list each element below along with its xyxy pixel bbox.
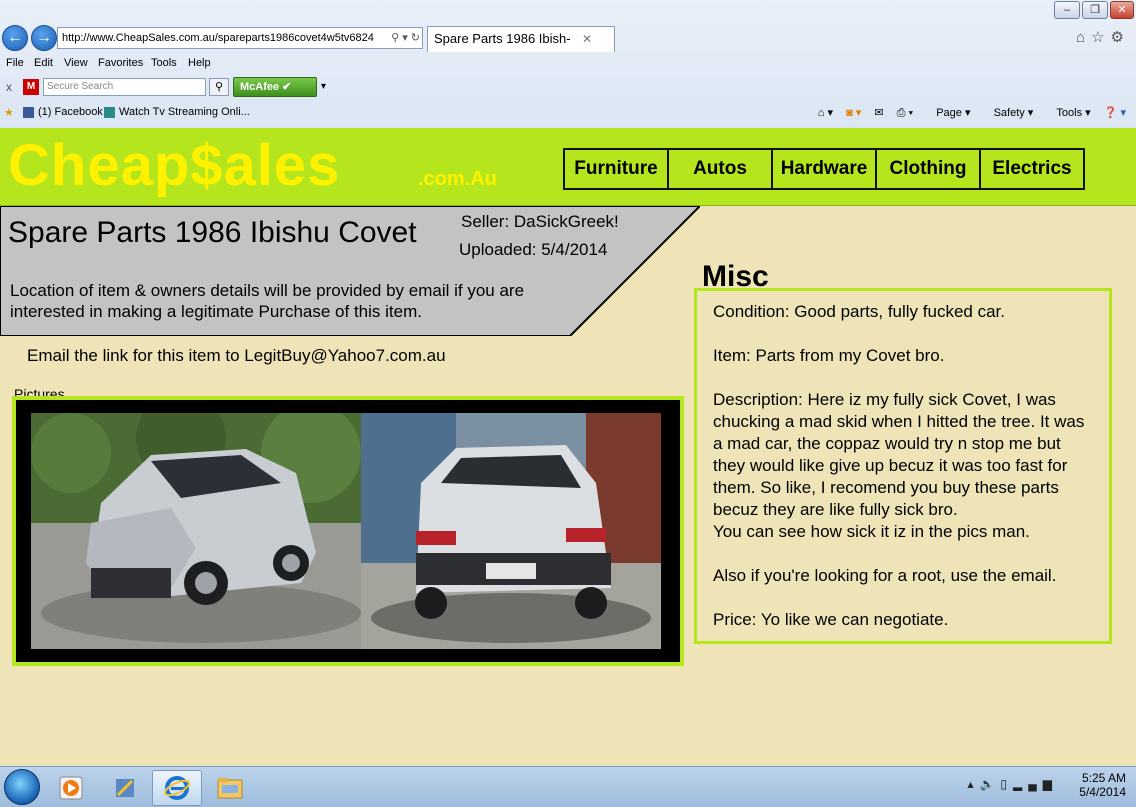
clock[interactable]: 5:25 AM 5/4/2014 xyxy=(1079,771,1126,805)
close-window-button[interactable]: ✕ xyxy=(1110,1,1134,19)
menu-edit[interactable]: Edit xyxy=(34,57,53,69)
network-icon: ▂▄▆ xyxy=(1013,777,1058,791)
clock-date: 5/4/2014 xyxy=(1079,785,1126,799)
power-icon: ▯ xyxy=(1000,777,1014,791)
windows-taskbar: ▴🔈▯▂▄▆ 5:25 AM 5/4/2014 xyxy=(0,766,1136,807)
root-note-text: Also if you're looking for a root, use t… xyxy=(713,566,1057,585)
menu-view[interactable]: View xyxy=(64,57,88,69)
address-bar-icons[interactable]: ⚲ ▾ ↻ xyxy=(388,28,420,48)
back-button[interactable]: ← xyxy=(2,25,28,51)
price-text: Price: Yo like we can negotiate. xyxy=(713,610,949,629)
page-menu[interactable]: Page ▾ xyxy=(926,107,970,119)
home-menu-icon[interactable]: ⌂ ▾ xyxy=(818,107,833,119)
nav-electrics[interactable]: Electrics xyxy=(979,148,1085,190)
mail-icon[interactable]: ✉ xyxy=(874,107,883,119)
email-instruction: Email the link for this item to LegitBuy… xyxy=(27,346,446,365)
car-photo-rear[interactable] xyxy=(361,413,661,649)
description-text-2: You can see how sick it iz in the pics m… xyxy=(713,522,1030,541)
search-icon[interactable]: ⚲ xyxy=(209,78,229,96)
home-favorites-settings-icons[interactable]: ⌂☆⚙ xyxy=(1076,28,1130,46)
menu-favorites[interactable]: Favorites xyxy=(98,57,143,69)
upload-date: Uploaded: 5/4/2014 xyxy=(459,240,608,259)
title-bar: – ❐ ✕ xyxy=(0,0,1136,22)
mcafee-button[interactable]: McAfee ✔ xyxy=(233,77,317,97)
site-header: Cheap$ales .com.Au Furniture Autos Hardw… xyxy=(0,128,1136,206)
nav-hardware[interactable]: Hardware xyxy=(771,148,877,190)
favorite-facebook[interactable]: (1) Facebook xyxy=(38,106,103,118)
seller-name: Seller: DaSickGreek! xyxy=(461,212,619,231)
gear-icon[interactable]: ⚙ xyxy=(1111,29,1130,46)
show-hidden-icons-chevron-icon: ▴ xyxy=(967,777,980,791)
command-bar: ⌂ ▾ ◙ ▾ ✉ ⎙ ▾ Page ▾ Safety ▾ Tools ▾ ❓ … xyxy=(808,106,1126,120)
condition-text: Condition: Good parts, fully fucked car. xyxy=(713,302,1005,321)
rss-icon[interactable]: ◙ ▾ xyxy=(846,107,861,119)
safety-menu[interactable]: Safety ▾ xyxy=(984,107,1034,119)
site-nav: Furniture Autos Hardware Clothing Electr… xyxy=(563,148,1085,190)
menu-file[interactable]: File xyxy=(6,57,24,69)
chevron-down-icon[interactable]: ▾ xyxy=(321,81,326,92)
start-button[interactable] xyxy=(4,769,40,805)
site-logo-domain: .com.Au xyxy=(418,168,497,190)
secure-search-input[interactable]: Secure Search xyxy=(43,78,206,96)
item-text: Item: Parts from my Covet bro. xyxy=(713,346,945,365)
nav-clothing[interactable]: Clothing xyxy=(875,148,981,190)
media-player-icon[interactable] xyxy=(46,770,96,806)
browser-chrome: – ❐ ✕ ← → http://www.CheapSales.com.au/s… xyxy=(0,0,1136,128)
address-bar[interactable]: http://www.CheapSales.com.au/spareparts1… xyxy=(57,27,423,49)
location-note: Location of item & owners details will b… xyxy=(10,281,525,321)
favorite-watch-tv[interactable]: Watch Tv Streaming Onli... xyxy=(119,106,250,118)
tab-close-icon[interactable]: ✕ xyxy=(582,27,592,51)
game-app-icon[interactable] xyxy=(100,770,150,806)
nav-furniture[interactable]: Furniture xyxy=(563,148,669,190)
misc-details-box: Condition: Good parts, fully fucked car.… xyxy=(694,288,1112,644)
search-toolbar: x M Secure Search ⚲ McAfee ✔ ▾ xyxy=(0,74,1136,100)
tv-icon xyxy=(104,107,115,118)
mcafee-shield-icon: M xyxy=(23,79,39,95)
help-icon[interactable]: ❓ ▾ xyxy=(1104,107,1126,119)
facebook-icon xyxy=(23,107,34,118)
favorites-bar: ★ (1) Facebook Watch Tv Streaming Onli..… xyxy=(0,100,1136,126)
maximize-button[interactable]: ❐ xyxy=(1082,1,1108,19)
web-page: Cheap$ales .com.Au Furniture Autos Hardw… xyxy=(0,128,1136,766)
favorites-star-icon[interactable]: ★ xyxy=(4,106,14,119)
star-icon[interactable]: ☆ xyxy=(1091,29,1110,46)
listing-title: Spare Parts 1986 Ibishu Covet xyxy=(8,216,417,249)
car-photo-front[interactable] xyxy=(31,413,361,649)
browser-tab[interactable]: Spare Parts 1986 Ibish- ✕ xyxy=(427,26,615,52)
description-text: Description: Here iz my fully sick Covet… xyxy=(713,390,1085,519)
internet-explorer-icon[interactable] xyxy=(152,770,202,806)
navigation-row: ← → http://www.CheapSales.com.au/sparepa… xyxy=(0,22,1136,54)
menu-bar: File Edit View Favorites Tools Help xyxy=(0,54,1136,74)
volume-icon: 🔈 xyxy=(979,777,1001,791)
site-logo[interactable]: Cheap$ales xyxy=(8,132,340,199)
minimize-button[interactable]: – xyxy=(1054,1,1080,19)
system-tray-icons[interactable]: ▴🔈▯▂▄▆ xyxy=(967,777,1058,791)
url-text: http://www.CheapSales.com.au/spareparts1… xyxy=(62,32,374,44)
file-explorer-icon[interactable] xyxy=(205,770,255,806)
close-toolbar-icon[interactable]: x xyxy=(6,80,12,94)
menu-help[interactable]: Help xyxy=(188,57,211,69)
print-icon[interactable]: ⎙ ▾ xyxy=(897,107,913,119)
tab-title: Spare Parts 1986 Ibish- xyxy=(434,31,571,46)
nav-autos[interactable]: Autos xyxy=(667,148,773,190)
tools-menu[interactable]: Tools ▾ xyxy=(1046,107,1090,119)
clock-time: 5:25 AM xyxy=(1081,771,1126,785)
pictures-frame xyxy=(12,396,684,666)
menu-tools[interactable]: Tools xyxy=(151,57,177,69)
forward-button[interactable]: → xyxy=(31,25,57,51)
home-icon[interactable]: ⌂ xyxy=(1076,29,1091,46)
